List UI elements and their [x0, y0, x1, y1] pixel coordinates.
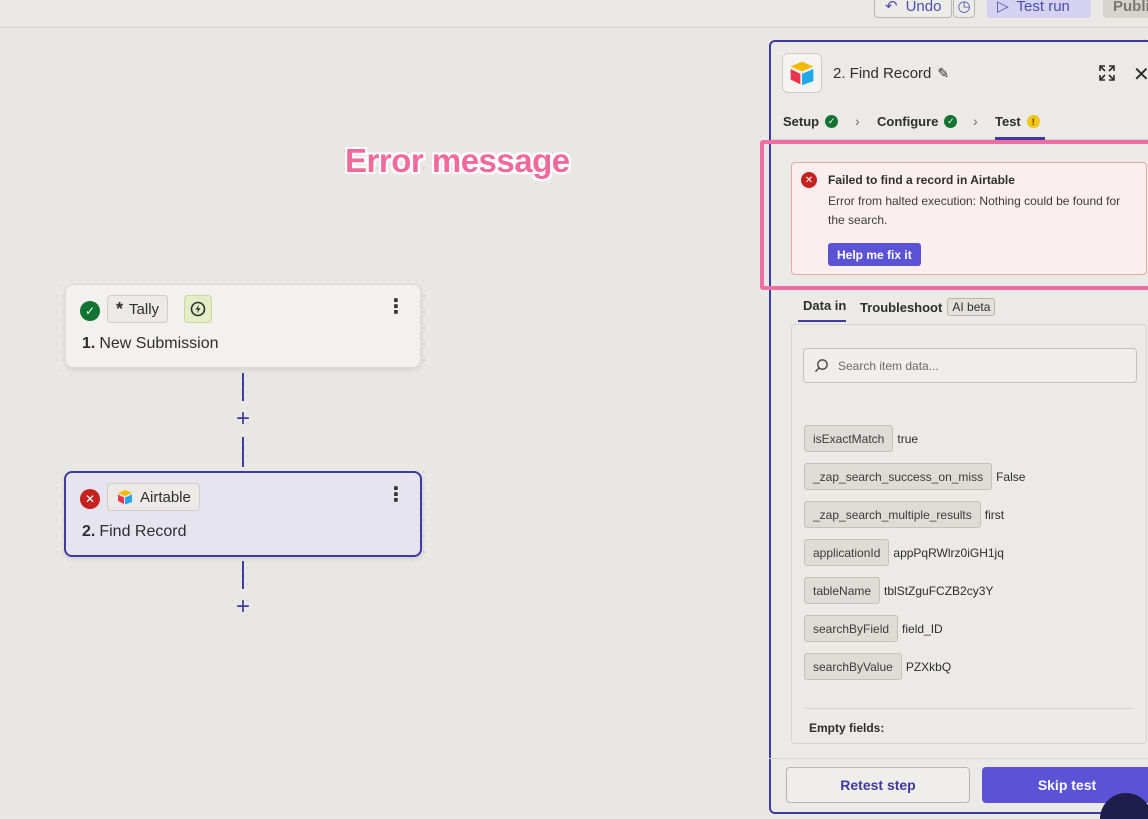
step-number: 1.: [82, 335, 96, 352]
field-key[interactable]: searchByValue: [804, 653, 902, 680]
panel-title[interactable]: 2. Find Record ✎: [833, 65, 949, 82]
undo-button[interactable]: ↶ Undo: [874, 0, 952, 18]
chevron-right-icon: ›: [973, 113, 978, 129]
test-run-button[interactable]: ▷ Test run: [987, 0, 1091, 18]
search-placeholder: Search item data...: [838, 358, 939, 373]
field-row: searchByValue PZXkbQ: [804, 653, 951, 680]
asterisk-icon: *: [116, 298, 124, 319]
warning-icon: !: [1026, 115, 1040, 128]
field-value: PZXkbQ: [905, 659, 952, 674]
field-key[interactable]: _zap_search_multiple_results: [804, 501, 981, 528]
panel-footer-divider: [769, 758, 1148, 759]
field-value: field_ID: [902, 621, 943, 636]
tab-data-in[interactable]: Data in: [803, 298, 846, 313]
add-step-icon[interactable]: +: [233, 407, 253, 431]
check-circle-icon: ✓: [825, 115, 839, 128]
step-tabs: Setup ✓ › Configure ✓ › Test !: [771, 104, 1148, 140]
tab-label: Test: [995, 114, 1021, 129]
field-key[interactable]: tableName: [804, 577, 881, 604]
field-row: _zap_search_multiple_results first: [804, 501, 1004, 528]
field-key[interactable]: isExactMatch: [804, 425, 894, 452]
field-value: tblStZguFCZB2cy3Y: [884, 583, 994, 598]
field-row: _zap_search_success_on_miss False: [804, 463, 1025, 490]
connector-line: [242, 437, 244, 467]
tab-label: Setup: [783, 114, 820, 129]
field-key[interactable]: applicationId: [804, 539, 890, 566]
tab-test[interactable]: Test !: [995, 114, 1040, 129]
active-tab-indicator: [798, 320, 846, 322]
tab-troubleshoot[interactable]: Troubleshoot AI beta: [860, 298, 996, 316]
field-value: False: [996, 469, 1026, 484]
tab-label: Configure: [877, 114, 939, 129]
add-step-icon[interactable]: +: [233, 595, 253, 619]
tab-label: Data in: [803, 298, 847, 313]
test-run-label: Test run: [1016, 0, 1070, 15]
step-number: 2.: [82, 523, 96, 540]
success-check-icon: ✓: [80, 301, 100, 321]
field-value: true: [897, 431, 919, 446]
edit-pencil-icon[interactable]: ✎: [937, 65, 949, 82]
panel-title-text: 2. Find Record: [833, 65, 932, 82]
field-row: searchByField field_ID: [804, 615, 943, 642]
chevron-right-icon: ›: [855, 113, 860, 129]
instant-trigger-icon: [184, 295, 212, 323]
app-name: Tally: [129, 300, 160, 318]
ai-beta-badge: AI beta: [947, 298, 996, 316]
history-button[interactable]: ◷: [953, 0, 975, 18]
field-key[interactable]: searchByField: [804, 615, 899, 642]
close-icon[interactable]: ✕: [1133, 62, 1148, 87]
undo-icon: ↶: [885, 0, 898, 15]
top-bar: ↶ Undo ◷ ▷ Test run Publis: [0, 0, 1148, 28]
tab-label: Troubleshoot: [860, 299, 943, 315]
annotation-label: Error message: [345, 142, 570, 179]
more-options-icon[interactable]: ⋮: [386, 297, 406, 317]
publish-button[interactable]: Publis: [1103, 0, 1148, 18]
step-title: 2. Find Record: [82, 523, 187, 541]
app-chip-tally: * Tally: [107, 295, 169, 323]
more-options-icon[interactable]: ⋮: [386, 485, 406, 505]
step-title-text: New Submission: [99, 335, 219, 352]
publish-label: Publis: [1113, 0, 1148, 15]
connector-line: [242, 373, 244, 401]
history-icon: ◷: [957, 0, 971, 15]
step-title-text: Find Record: [99, 523, 187, 540]
retest-step-button[interactable]: Retest step: [786, 767, 970, 803]
undo-label: Undo: [905, 0, 942, 15]
tab-configure[interactable]: Configure ✓: [877, 114, 958, 129]
check-circle-icon: ✓: [944, 115, 958, 128]
search-icon: [814, 359, 828, 373]
field-value: first: [984, 507, 1005, 522]
error-x-icon: ✕: [80, 489, 100, 509]
empty-fields-label: Empty fields:: [809, 721, 885, 735]
field-row: applicationId appPqRWlrz0iGH1jq: [804, 539, 1004, 566]
field-key[interactable]: _zap_search_success_on_miss: [804, 463, 993, 490]
annotation-highlight-box: [760, 140, 1148, 290]
panel-header: 2. Find Record ✎ ✕: [771, 42, 1148, 104]
airtable-logo-icon: [782, 53, 822, 93]
app-chip-airtable: Airtable: [107, 483, 200, 511]
app-name: Airtable: [140, 488, 191, 506]
connector-line: [242, 561, 244, 589]
expand-icon[interactable]: [1098, 64, 1116, 87]
field-row: isExactMatch true: [804, 425, 918, 452]
data-in-panel: Search item data... isExactMatch true _z…: [791, 324, 1147, 744]
airtable-logo-icon: [118, 490, 132, 505]
play-icon: ▷: [997, 0, 1009, 15]
step-card-tally[interactable]: ✓ * Tally ⋮ 1. New Submission: [65, 284, 421, 368]
search-input[interactable]: Search item data...: [803, 348, 1137, 383]
field-row: tableName tblStZguFCZB2cy3Y: [804, 577, 993, 604]
divider: [804, 708, 1134, 709]
step-card-airtable[interactable]: ✕ Airtable ⋮ 2. Find Record: [64, 471, 422, 557]
tab-setup[interactable]: Setup ✓: [783, 114, 839, 129]
step-title: 1. New Submission: [82, 335, 219, 353]
field-value: appPqRWlrz0iGH1jq: [893, 545, 1004, 560]
